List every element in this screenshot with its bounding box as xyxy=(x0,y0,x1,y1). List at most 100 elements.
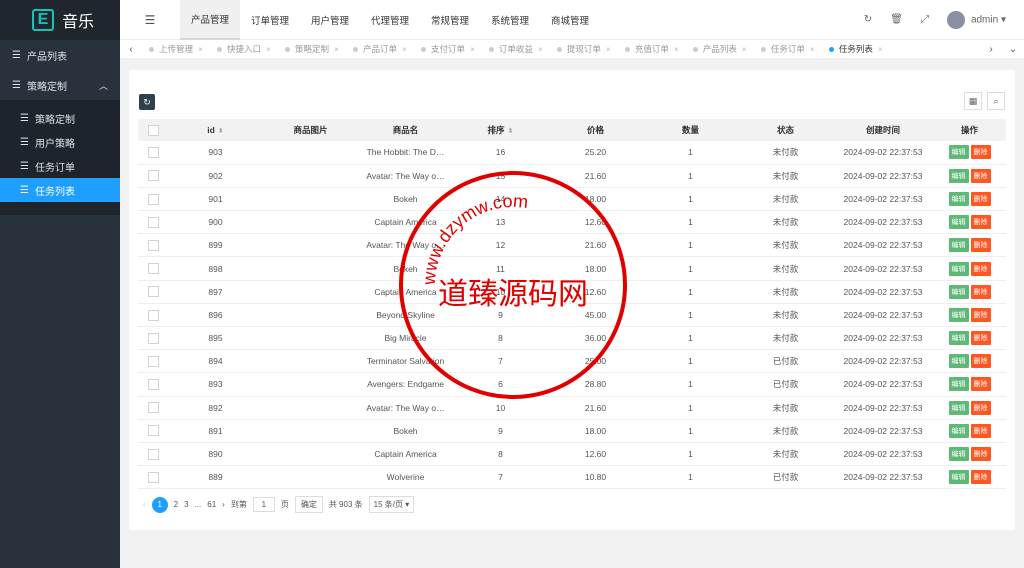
delete-button[interactable]: 删除 xyxy=(970,284,991,299)
delete-button[interactable]: 删除 xyxy=(970,331,991,346)
delete-button[interactable]: 删除 xyxy=(970,470,991,485)
fullscreen-icon[interactable]: ⤢ xyxy=(921,14,929,25)
col-sort[interactable]: 排序 ⬍ xyxy=(453,119,548,141)
delete-button[interactable]: 删除 xyxy=(970,400,991,415)
prev-page-icon[interactable]: ‹ xyxy=(143,500,146,509)
tab-strategy[interactable]: 策略定制 × xyxy=(278,43,346,55)
tab-withdraw[interactable]: 提现订单 × xyxy=(550,43,618,55)
sort-icon[interactable]: ⬍ xyxy=(218,128,224,135)
tab-upload[interactable]: 上传管理 × xyxy=(142,43,210,55)
close-icon[interactable]: × xyxy=(402,44,407,54)
delete-button[interactable]: 删除 xyxy=(970,215,991,230)
row-checkbox[interactable] xyxy=(147,170,159,182)
edit-button[interactable]: 编辑 xyxy=(948,191,969,206)
search-icon[interactable]: ⌕ xyxy=(987,92,1005,110)
col-id[interactable]: id ⬍ xyxy=(168,119,263,141)
next-page-icon[interactable]: › xyxy=(222,500,225,509)
close-icon[interactable]: × xyxy=(674,44,679,54)
row-checkbox[interactable] xyxy=(147,425,159,437)
close-icon[interactable]: × xyxy=(470,44,475,54)
columns-icon[interactable]: ▦ xyxy=(964,92,982,110)
close-icon[interactable]: × xyxy=(606,44,611,54)
row-checkbox[interactable] xyxy=(147,239,159,251)
sort-icon[interactable]: ⬍ xyxy=(508,128,514,135)
delete-button[interactable]: 删除 xyxy=(970,377,991,392)
row-checkbox[interactable] xyxy=(147,216,159,228)
edit-button[interactable]: 编辑 xyxy=(948,470,969,485)
edit-button[interactable]: 编辑 xyxy=(948,377,969,392)
chevron-down-icon[interactable]: ⌄ xyxy=(1002,44,1024,55)
sidebar-item-task-orders[interactable]: ☰ 任务订单 xyxy=(0,154,120,178)
edit-button[interactable]: 编辑 xyxy=(948,307,969,322)
nav-system[interactable]: 系统管理 xyxy=(480,0,540,40)
edit-button[interactable]: 编辑 xyxy=(948,400,969,415)
nav-agent[interactable]: 代理管理 xyxy=(360,0,420,40)
tab-order-income[interactable]: 订单收益 × xyxy=(482,43,550,55)
delete-button[interactable]: 删除 xyxy=(970,191,991,206)
nav-mall[interactable]: 商城管理 xyxy=(540,0,600,40)
edit-button[interactable]: 编辑 xyxy=(948,331,969,346)
sidebar-item-strategy-custom[interactable]: ☰ 策略定制 xyxy=(0,106,120,130)
row-checkbox[interactable] xyxy=(147,471,159,483)
menu-toggle-icon[interactable]: ☰ xyxy=(120,13,180,27)
close-icon[interactable]: × xyxy=(810,44,815,54)
close-icon[interactable]: × xyxy=(742,44,747,54)
page-current[interactable]: 1 xyxy=(151,496,168,513)
edit-button[interactable]: 编辑 xyxy=(948,284,969,299)
delete-button[interactable]: 删除 xyxy=(970,447,991,462)
tab-product-list[interactable]: 产品列表 × xyxy=(686,43,754,55)
close-icon[interactable]: × xyxy=(538,44,543,54)
close-icon[interactable]: × xyxy=(198,44,203,54)
row-checkbox[interactable] xyxy=(147,379,159,391)
row-checkbox[interactable] xyxy=(147,332,159,344)
row-checkbox[interactable] xyxy=(147,146,159,158)
close-icon[interactable]: × xyxy=(878,44,883,54)
edit-button[interactable]: 编辑 xyxy=(948,238,969,253)
close-icon[interactable]: × xyxy=(334,44,339,54)
delete-button[interactable]: 删除 xyxy=(970,238,991,253)
page-size-select[interactable]: 15 条/页 ▾ xyxy=(368,496,415,513)
sidebar-item-product-list[interactable]: ☰ 产品列表 xyxy=(0,40,120,70)
edit-button[interactable]: 编辑 xyxy=(948,168,969,183)
tab-task-list[interactable]: 任务列表 × xyxy=(822,43,890,55)
page-2[interactable]: 2 xyxy=(174,500,178,509)
chevron-right-icon[interactable]: › xyxy=(980,44,1002,55)
tab-product-orders[interactable]: 产品订单 × xyxy=(346,43,414,55)
sidebar-item-user-strategy[interactable]: ☰ 用户策略 xyxy=(0,130,120,154)
row-checkbox[interactable] xyxy=(147,286,159,298)
delete-button[interactable]: 删除 xyxy=(970,145,991,160)
trash-icon[interactable]: 🗑 xyxy=(890,14,903,25)
delete-button[interactable]: 删除 xyxy=(970,354,991,369)
nav-product[interactable]: 产品管理 xyxy=(180,0,240,40)
sidebar-group-strategy[interactable]: ☰ 策略定制 ︿ xyxy=(0,70,120,100)
edit-button[interactable]: 编辑 xyxy=(948,261,969,276)
row-checkbox[interactable] xyxy=(147,193,159,205)
row-checkbox[interactable] xyxy=(147,263,159,275)
edit-button[interactable]: 编辑 xyxy=(948,215,969,230)
row-checkbox[interactable] xyxy=(147,448,159,460)
delete-button[interactable]: 删除 xyxy=(970,168,991,183)
tab-task-orders[interactable]: 任务订单 × xyxy=(754,43,822,55)
nav-general[interactable]: 常规管理 xyxy=(420,0,480,40)
row-checkbox[interactable] xyxy=(147,402,159,414)
row-checkbox[interactable] xyxy=(147,355,159,367)
row-checkbox[interactable] xyxy=(147,309,159,321)
nav-order[interactable]: 订单管理 xyxy=(240,0,300,40)
edit-button[interactable]: 编辑 xyxy=(948,423,969,438)
page-last[interactable]: 61 xyxy=(207,500,216,509)
delete-button[interactable]: 删除 xyxy=(970,423,991,438)
edit-button[interactable]: 编辑 xyxy=(948,354,969,369)
tab-shortcut[interactable]: 快捷入口 × xyxy=(210,43,278,55)
delete-button[interactable]: 删除 xyxy=(970,261,991,276)
tab-pay-orders[interactable]: 支付订单 × xyxy=(414,43,482,55)
refresh-button[interactable]: ↻ xyxy=(139,94,155,110)
delete-button[interactable]: 删除 xyxy=(970,307,991,322)
user-menu[interactable]: admin ▾ xyxy=(946,10,1006,29)
nav-user[interactable]: 用户管理 xyxy=(300,0,360,40)
edit-button[interactable]: 编辑 xyxy=(948,145,969,160)
refresh-icon[interactable]: ↻ xyxy=(864,14,872,25)
sidebar-item-task-list[interactable]: ☰ 任务列表 xyxy=(0,178,120,202)
select-all-checkbox[interactable] xyxy=(147,124,159,136)
page-3[interactable]: 3 xyxy=(184,500,188,509)
tab-recharge[interactable]: 充值订单 × xyxy=(618,43,686,55)
